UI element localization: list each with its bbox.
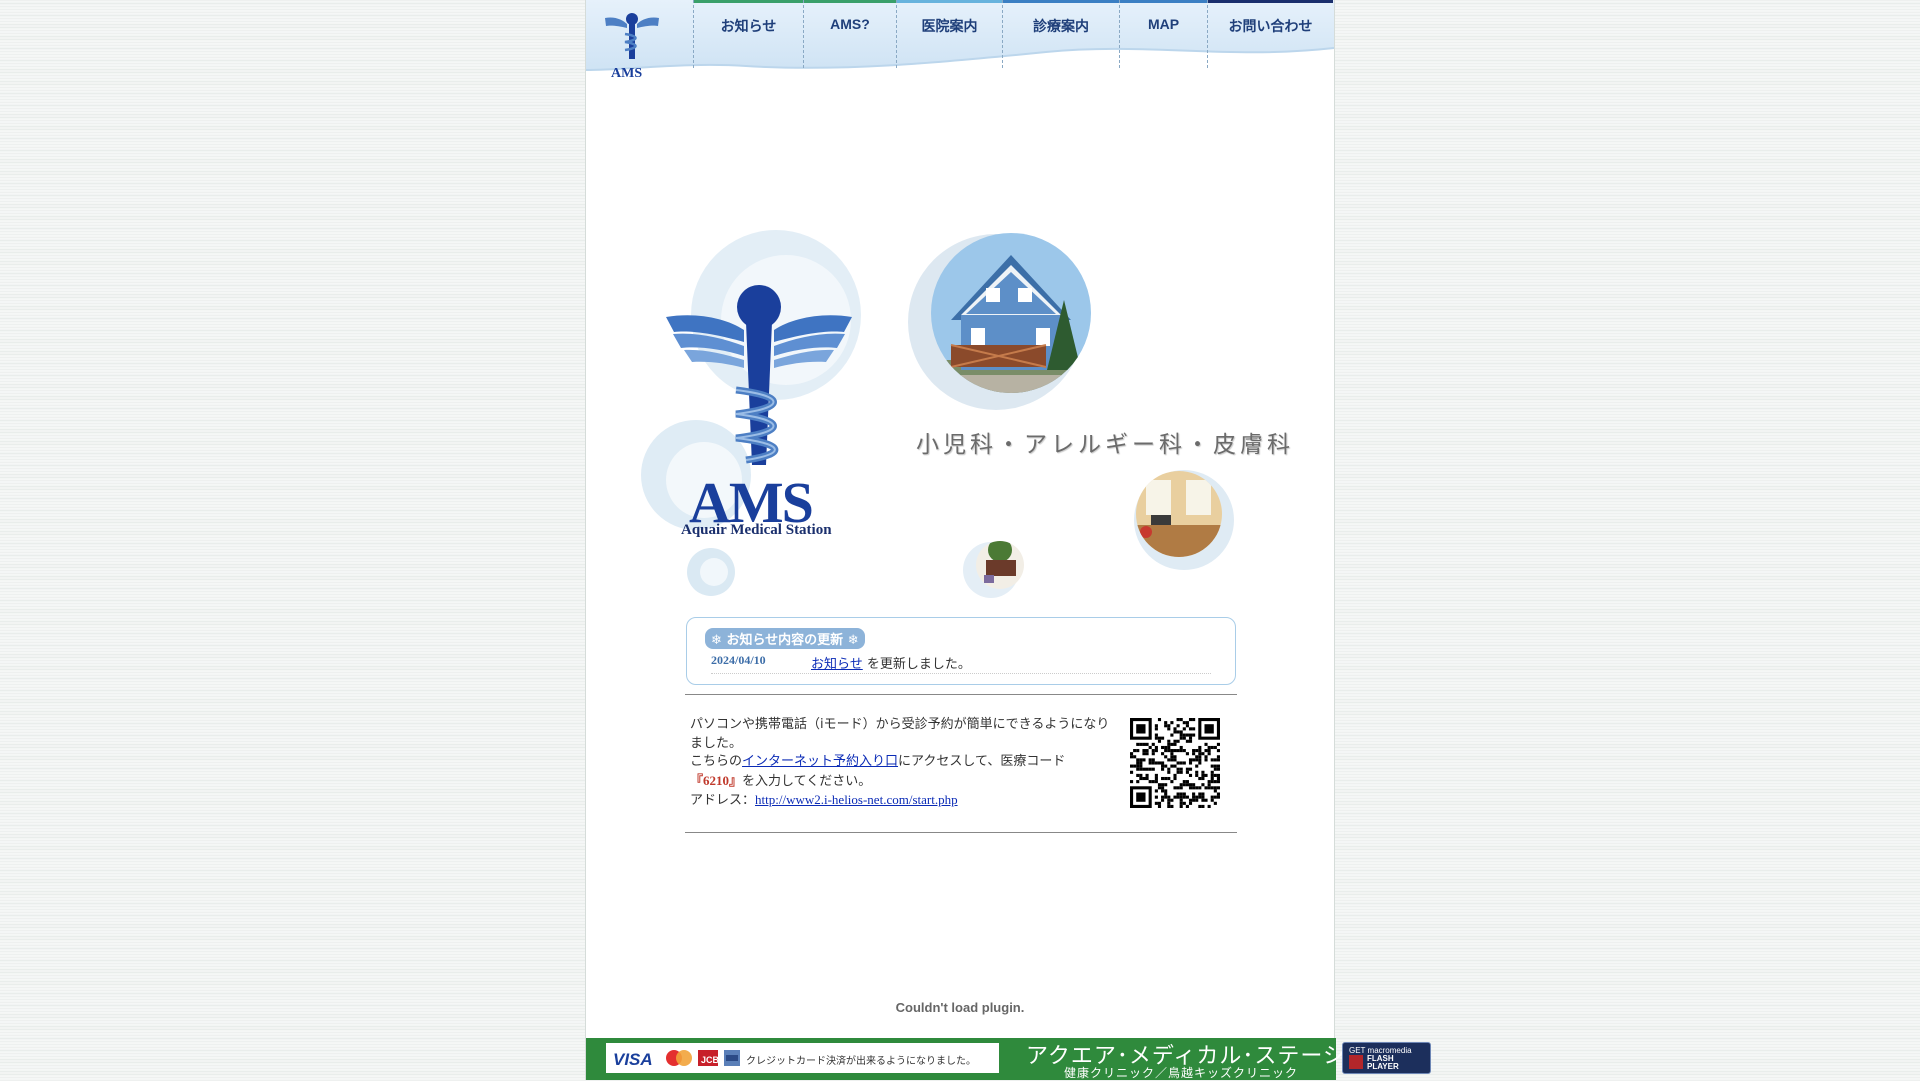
news-heading: ❄ お知らせ内容の更新 ❄ (705, 628, 865, 649)
header: AMS お知らせ AMS? 医院案内 診療案内 MAP お問い合わせ (586, 0, 1334, 80)
footer-clinic-subtitle: 健康クリニック／鳥越キッズクリニック (1064, 1066, 1299, 1080)
mastercard-icon (666, 1050, 692, 1066)
nav-item[interactable]: お知らせ (693, 0, 803, 68)
clinic-specialties-tagline: 小児科・アレルギー科・皮膚科 (916, 432, 1294, 458)
hero-section: AMS Aquair Medical Station 小児科・アレルギー科・皮膚… (586, 210, 1334, 610)
flash-icon (1349, 1055, 1363, 1069)
page-container: AMS お知らせ AMS? 医院案内 診療案内 MAP お問い合わせ AMS A… (585, 0, 1391, 1080)
hero-graphics: AMS (641, 230, 1234, 598)
nav-item-accent-bar (1208, 0, 1333, 3)
nav-item-label: MAP (1147, 16, 1180, 32)
nav-item-label: お知らせ (720, 18, 777, 34)
ams-large-logo-icon: AMS (666, 285, 852, 535)
nav-item-accent-bar (804, 0, 896, 3)
reservation-line2-prefix: こちらの (690, 754, 743, 769)
main-nav: お知らせ AMS? 医院案内 診療案内 MAP お問い合わせ (693, 0, 1333, 68)
footer-banner: VISA JCB クレジットカード決済が出来るようになりました。 アクエア･メデ… (586, 1038, 1391, 1080)
internet-reservation-link[interactable]: インターネット予約入り口 (742, 754, 898, 769)
news-update-box: ❄ お知らせ内容の更新 ❄ 2024/04/10 お知らせ を更新しました。 (686, 617, 1236, 685)
news-item: 2024/04/10 お知らせ を更新しました。 (711, 653, 1211, 674)
nav-item-accent-bar (694, 0, 803, 3)
nav-item[interactable]: AMS? (803, 0, 896, 68)
flash-badge-line3: PLAYER (1367, 1062, 1399, 1071)
get-flash-player-button[interactable]: GET macromedia FLASH PLAYER (1342, 1042, 1431, 1074)
nav-item-label: AMS? (830, 16, 870, 32)
credit-card-logos: VISA JCB (613, 1050, 740, 1069)
reservation-line3: 『6210』を入力してください。 (690, 772, 1120, 792)
reservation-line3-suffix: を入力してください。 (742, 773, 872, 789)
reservation-line2: こちらのインターネット予約入り口にアクセスして、医療コード (690, 753, 1120, 772)
address-label: アドレス： (690, 793, 756, 808)
news-date: 2024/04/10 (711, 653, 766, 667)
svg-text:JCB: JCB (701, 1055, 720, 1065)
plugin-error-message: Couldn't load plugin. (895, 1000, 1025, 1015)
news-text-suffix: を更新しました。 (866, 657, 971, 672)
snowflake-icon: ❄ (847, 633, 859, 648)
reservation-url-link[interactable]: http://www2.i-helios-net.com/start.php (755, 792, 958, 807)
medical-code: 『6210』 (690, 772, 743, 788)
news-heading-text: お知らせ内容の更新 (726, 633, 844, 648)
credit-card-notice: VISA JCB クレジットカード決済が出来るようになりました。 (606, 1043, 999, 1073)
reservation-line1: パソコンや携帯電話（iモード）から受診予約が簡単にできるようになりました。 (690, 717, 1110, 751)
nav-item[interactable]: MAP (1119, 0, 1207, 68)
nav-item-accent-bar (897, 0, 1002, 3)
nav-item-label: お問い合わせ (1228, 18, 1313, 34)
nav-item[interactable]: 医院案内 (896, 0, 1002, 68)
divider-top (685, 694, 1237, 695)
credit-card-text: クレジットカード決済が出来るようになりました。 (746, 1056, 976, 1067)
nav-item[interactable]: お問い合わせ (1207, 0, 1333, 68)
ams-logo-small-text: AMS (611, 66, 642, 80)
nav-item-label: 診療案内 (1033, 18, 1089, 34)
news-text: お知らせ を更新しました。 (811, 653, 971, 672)
visa-icon: VISA (613, 1050, 653, 1069)
nav-item-accent-bar (1003, 0, 1119, 3)
nav-item-accent-bar (1120, 0, 1207, 3)
reservation-line2-suffix: にアクセスして、医療コード (898, 754, 1066, 769)
logo-caption: Aquair Medical Station (681, 522, 832, 538)
qr-code-icon (1130, 718, 1220, 808)
news-link[interactable]: お知らせ (811, 657, 863, 672)
snowflake-icon: ❄ (711, 633, 722, 648)
reservation-address: アドレス：http://www2.i-helios-net.com/start.… (690, 791, 1120, 811)
divider-bottom (685, 832, 1237, 833)
reservation-info: パソコンや携帯電話（iモード）から受診予約が簡単にできるようになりました。 こち… (690, 716, 1120, 811)
amex-icon (724, 1050, 740, 1066)
ams-logo-small-icon[interactable]: AMS (603, 10, 661, 80)
nav-item-label: 医院案内 (921, 18, 978, 34)
jcb-icon: JCB (698, 1050, 720, 1066)
nav-item[interactable]: 診療案内 (1002, 0, 1119, 68)
